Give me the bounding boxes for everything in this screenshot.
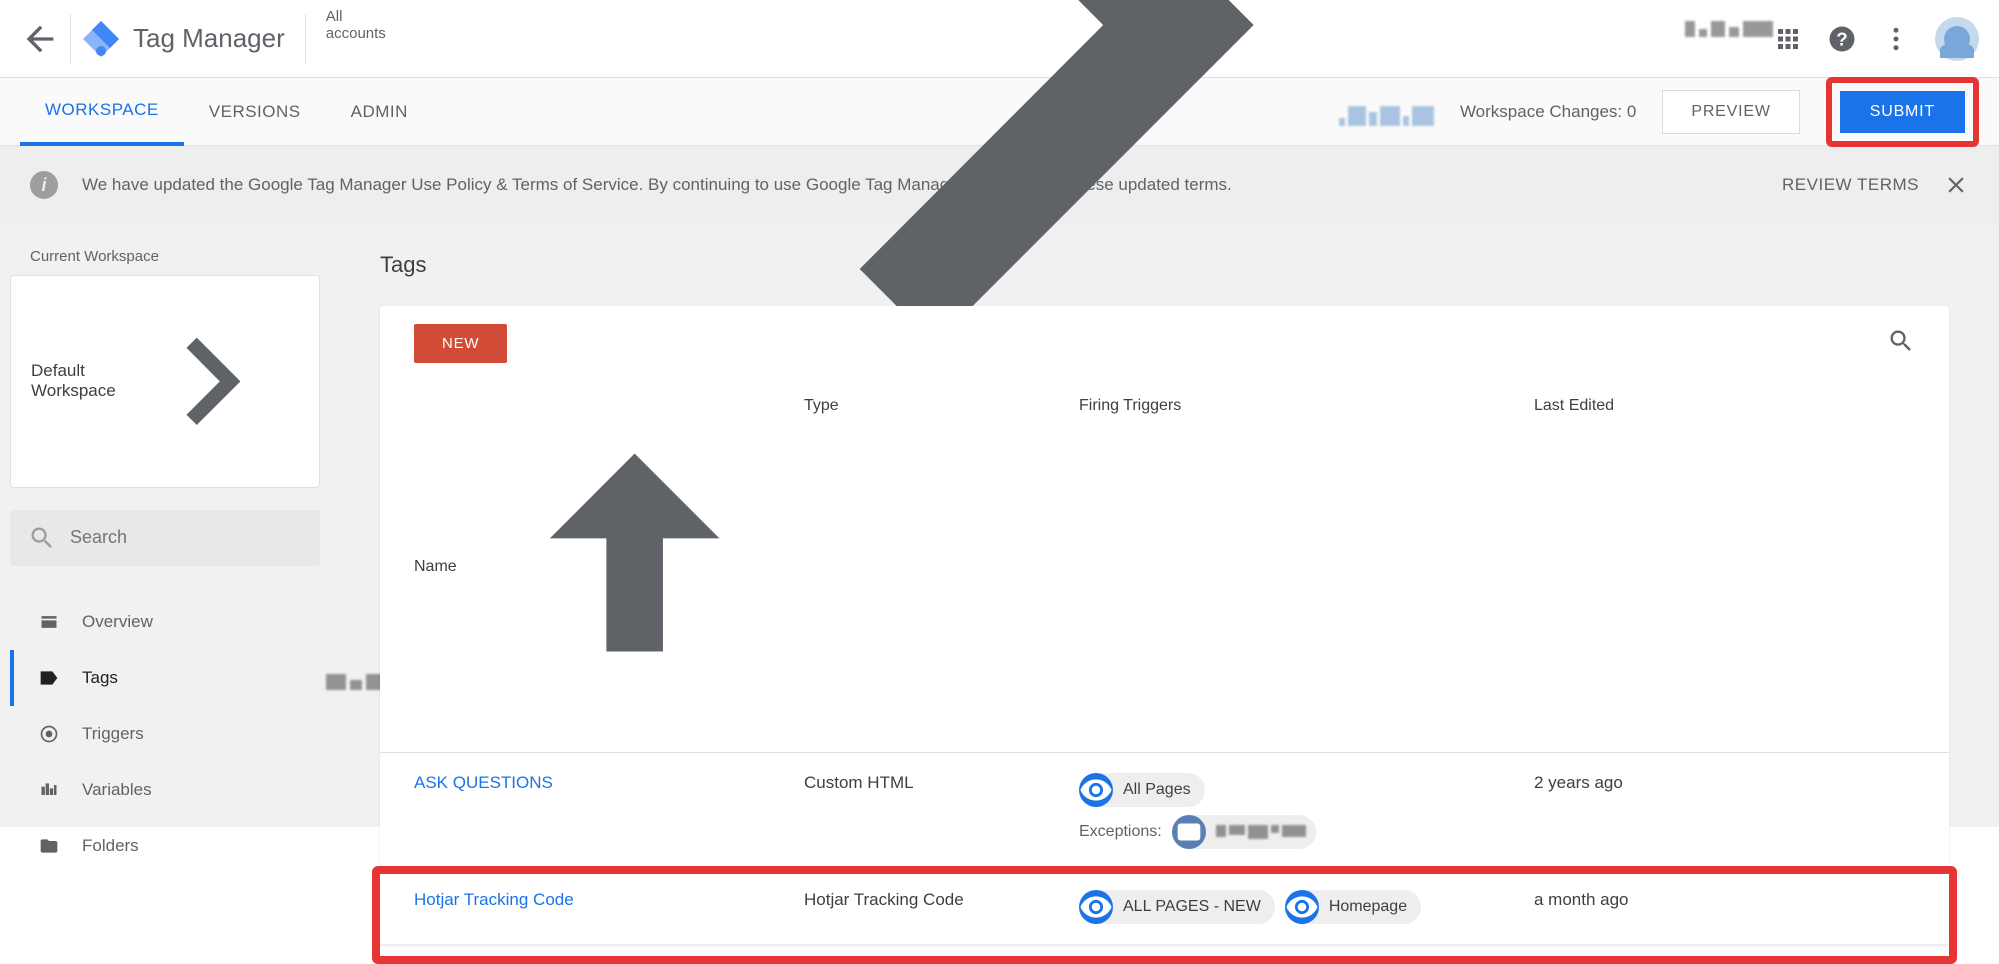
main-content: Current Workspace Default Workspace Over… <box>0 224 1999 827</box>
workspace-changes-count: 0 <box>1627 102 1636 121</box>
close-icon <box>1943 172 1969 198</box>
column-triggers-header[interactable]: Firing Triggers <box>1079 397 1534 736</box>
svg-text:?: ? <box>1836 28 1847 49</box>
table-header: Name Type Firing Triggers Last Edited <box>380 381 1949 753</box>
nav-folders[interactable]: Folders <box>10 818 320 874</box>
nav-label: Variables <box>82 780 152 800</box>
tags-card: NEW Name Type Firing Triggers Last Edite… <box>380 306 1949 945</box>
breadcrumb-top-label: All accounts <box>326 8 397 42</box>
column-type-header[interactable]: Type <box>804 397 1079 736</box>
app-header: Tag Manager All accounts ? <box>0 0 1999 78</box>
search-icon <box>28 524 56 552</box>
tag-name-link[interactable]: Hotjar Tracking Code <box>414 890 574 910</box>
info-icon: i <box>30 171 58 199</box>
product-name: Tag Manager <box>133 23 285 54</box>
tag-type: Hotjar Tracking Code <box>804 890 1079 910</box>
nav-variables[interactable]: Variables <box>10 762 320 818</box>
nav-tags[interactable]: Tags <box>10 650 320 706</box>
trigger-chip[interactable]: ALL PAGES - NEW <box>1079 890 1275 924</box>
nav-label: Folders <box>82 836 139 856</box>
user-avatar[interactable] <box>1935 17 1979 61</box>
nav-label: Tags <box>82 668 118 688</box>
help-icon[interactable]: ? <box>1827 24 1857 54</box>
current-workspace-label: Current Workspace <box>10 248 320 265</box>
workspace-changes-label: Workspace Changes: <box>1460 102 1622 121</box>
breadcrumb-account-redacted <box>1685 13 1773 37</box>
preview-button[interactable]: PREVIEW <box>1662 90 1799 134</box>
trigger-chip[interactable]: All Pages <box>1079 773 1205 807</box>
pageview-icon <box>1079 773 1113 807</box>
header-actions: ? <box>1773 17 1979 61</box>
avatar-icon <box>1944 26 1970 52</box>
search-tags-button[interactable] <box>1887 327 1915 360</box>
trigger-chip[interactable]: Homepage <box>1285 890 1421 924</box>
tag-triggers: All Pages Exceptions: <box>1079 773 1534 849</box>
subheader-actions: Workspace Changes: 0 PREVIEW SUBMIT <box>1339 77 1979 147</box>
divider <box>305 14 306 64</box>
tag-name-link[interactable]: ASK QUESTIONS <box>414 773 553 793</box>
exception-chip-redacted[interactable] <box>1172 815 1316 849</box>
sidebar: Current Workspace Default Workspace Over… <box>0 224 330 827</box>
exceptions-label: Exceptions: <box>1079 823 1162 841</box>
column-edited-header[interactable]: Last Edited <box>1534 397 1915 736</box>
apps-icon[interactable] <box>1773 24 1803 54</box>
tag-last-edited: 2 years ago <box>1534 773 1915 793</box>
content-area: Tags NEW Name Type Firing Triggers Last … <box>330 224 1999 827</box>
search-icon <box>1887 327 1915 355</box>
table-row[interactable]: ASK QUESTIONS Custom HTML All Pages Exce… <box>380 753 1949 870</box>
sort-asc-icon <box>465 397 804 736</box>
nav-triggers[interactable]: Triggers <box>10 706 320 762</box>
notice-text: We have updated the Google Tag Manager U… <box>82 175 1758 195</box>
workspace-selector-value: Default Workspace <box>31 361 124 401</box>
review-terms-button[interactable]: REVIEW TERMS <box>1782 175 1919 195</box>
divider <box>70 14 71 64</box>
pageview-icon <box>1285 890 1319 924</box>
chevron-right-icon <box>124 294 299 469</box>
tag-last-edited: a month ago <box>1534 890 1915 910</box>
column-name-header[interactable]: Name <box>414 397 804 736</box>
search-input[interactable] <box>70 527 302 548</box>
tag-icon <box>36 668 62 688</box>
container-id-redacted[interactable] <box>1339 98 1434 126</box>
workspace-selector[interactable]: Default Workspace <box>10 275 320 488</box>
card-toolbar: NEW <box>380 306 1949 381</box>
product-logo[interactable]: Tag Manager <box>81 19 285 59</box>
tag-type: Custom HTML <box>804 773 1079 793</box>
tag-manager-logo-icon <box>81 19 121 59</box>
nav-label: Overview <box>82 612 153 632</box>
back-button[interactable] <box>20 19 60 59</box>
submit-highlight-annotation: SUBMIT <box>1826 77 1979 147</box>
new-tag-button[interactable]: NEW <box>414 324 507 363</box>
sidebar-search[interactable] <box>10 510 320 566</box>
nav-overview[interactable]: Overview <box>10 594 320 650</box>
table-row[interactable]: Hotjar Tracking Code Hotjar Tracking Cod… <box>380 870 1949 945</box>
trigger-chip-label: Homepage <box>1329 898 1407 916</box>
trigger-icon <box>36 724 62 744</box>
tab-admin[interactable]: ADMIN <box>326 78 433 146</box>
tag-triggers: ALL PAGES - NEW Homepage <box>1079 890 1534 924</box>
folder-icon <box>36 836 62 856</box>
trigger-chip-label: All Pages <box>1123 781 1191 799</box>
pageview-icon <box>1079 890 1113 924</box>
variable-icon <box>36 780 62 800</box>
exception-icon <box>1172 815 1206 849</box>
submit-button[interactable]: SUBMIT <box>1840 91 1965 133</box>
nav-label: Triggers <box>82 724 144 744</box>
overview-icon <box>36 612 62 632</box>
tab-workspace[interactable]: WORKSPACE <box>20 78 184 146</box>
trigger-chip-label: ALL PAGES - NEW <box>1123 898 1261 916</box>
tab-versions[interactable]: VERSIONS <box>184 78 326 146</box>
page-title: Tags <box>380 252 1949 278</box>
workspace-changes: Workspace Changes: 0 <box>1460 102 1636 122</box>
close-notice-button[interactable] <box>1943 172 1969 198</box>
arrow-left-icon <box>20 19 60 59</box>
more-icon[interactable] <box>1881 24 1911 54</box>
